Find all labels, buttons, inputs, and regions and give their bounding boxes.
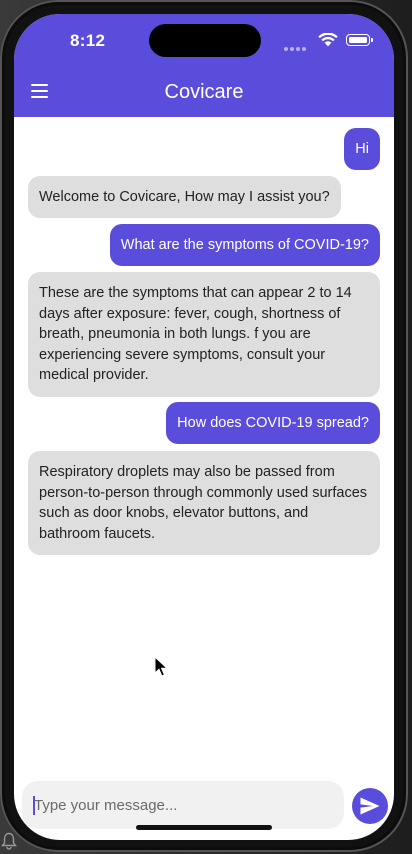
message-composer bbox=[22, 781, 344, 829]
text-caret bbox=[33, 796, 35, 815]
message-input[interactable] bbox=[22, 781, 344, 829]
user-message: How does COVID-19 spread? bbox=[166, 402, 380, 444]
battery-icon bbox=[346, 34, 373, 46]
send-icon bbox=[360, 797, 380, 815]
wifi-icon bbox=[318, 33, 338, 47]
status-icons bbox=[284, 32, 376, 51]
chat-area[interactable]: Hi Welcome to Covicare, How may I assist… bbox=[14, 117, 394, 767]
user-message: Hi bbox=[344, 128, 380, 170]
app-bar: 8:12 Covicare bbox=[14, 14, 394, 117]
home-indicator[interactable] bbox=[136, 825, 272, 830]
phone-frame: 8:12 Covicare Hi Welcome to Covicare, Ho… bbox=[0, 0, 408, 852]
send-button[interactable] bbox=[352, 788, 388, 824]
user-message: What are the symptoms of COVID-19? bbox=[109, 224, 380, 266]
status-time: 8:12 bbox=[70, 31, 106, 50]
app-title: Covicare bbox=[164, 81, 244, 103]
cellular-signal-icon bbox=[284, 38, 310, 51]
bot-message: These are the symptoms that can appear 2… bbox=[28, 272, 380, 397]
notification-bell-icon bbox=[1, 832, 17, 850]
bot-message: Respiratory droplets may also be passed … bbox=[28, 451, 380, 555]
dynamic-island bbox=[149, 24, 261, 57]
mouse-pointer-icon bbox=[154, 656, 168, 677]
app-screen: 8:12 Covicare Hi Welcome to Covicare, Ho… bbox=[14, 14, 394, 840]
bot-message: Welcome to Covicare, How may I assist yo… bbox=[28, 176, 341, 218]
